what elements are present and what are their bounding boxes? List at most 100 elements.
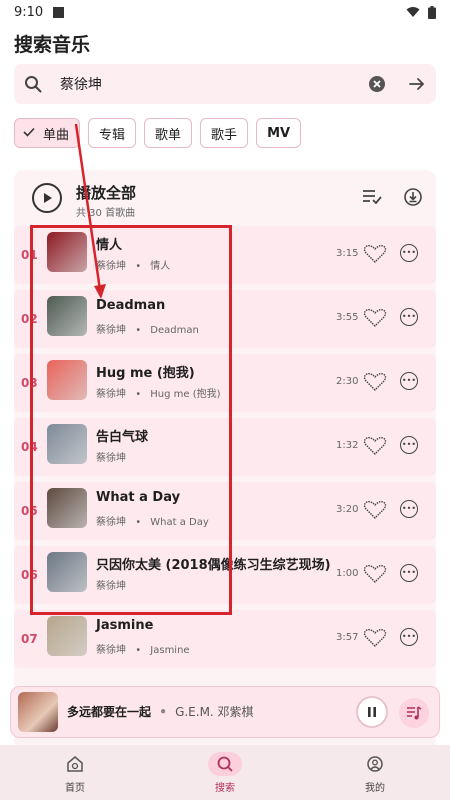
filter-chip-label: 单曲 xyxy=(43,127,70,143)
separator: • xyxy=(135,645,142,656)
song-duration: 3:57 xyxy=(336,632,359,643)
filter-chip-playlists[interactable]: 歌单 xyxy=(144,118,193,148)
song-index: 07 xyxy=(21,632,38,646)
search-input[interactable]: 蔡徐坤 xyxy=(60,74,368,94)
like-heart-icon[interactable] xyxy=(362,563,388,589)
download-icon[interactable] xyxy=(404,188,422,210)
filter-chip-label: MV xyxy=(267,125,291,141)
nav-home[interactable]: 首页 xyxy=(0,745,150,800)
song-album: Jasmine xyxy=(150,645,190,656)
filter-chip-songs[interactable]: 单曲 xyxy=(14,118,81,148)
song-row[interactable]: 02 Deadman 蔡徐坤 • Deadman 3:55 ••• xyxy=(14,290,436,348)
song-row[interactable]: 05 What a Day 蔡徐坤 • What a Day 3:20 ••• xyxy=(14,482,436,540)
more-options-icon[interactable]: ••• xyxy=(400,372,418,390)
multi-select-icon[interactable] xyxy=(362,188,382,210)
play-all-label[interactable]: 播放全部 xyxy=(76,182,136,203)
song-row[interactable]: 03 Hug me (抱我) 蔡徐坤 • Hug me (抱我) 2:30 ••… xyxy=(14,354,436,412)
song-duration: 1:32 xyxy=(336,440,359,451)
song-meta: 蔡徐坤 • Hug me (抱我) xyxy=(96,385,221,400)
song-meta: 蔡徐坤 • Deadman xyxy=(96,321,199,336)
song-album: What a Day xyxy=(150,517,209,528)
submit-arrow-icon[interactable] xyxy=(408,76,426,92)
song-cover xyxy=(47,296,87,336)
search-icon xyxy=(217,756,233,772)
song-row[interactable]: 04 告白气球 蔡徐坤 1:32 ••• xyxy=(14,418,436,476)
song-title: What a Day xyxy=(96,490,181,505)
filter-chip-artists[interactable]: 歌手 xyxy=(200,118,249,148)
play-all-button[interactable] xyxy=(32,183,62,213)
song-artist: 蔡徐坤 xyxy=(96,517,126,528)
like-heart-icon[interactable] xyxy=(362,627,388,653)
play-queue-button[interactable] xyxy=(399,698,429,728)
nav-label: 搜索 xyxy=(215,782,235,794)
clear-icon[interactable] xyxy=(368,75,386,93)
like-heart-icon[interactable] xyxy=(362,243,388,269)
more-options-icon[interactable]: ••• xyxy=(400,436,418,454)
separator: • xyxy=(135,261,142,272)
song-title: 只因你太美 (2018偶像练习生综艺现场) xyxy=(96,558,331,573)
song-artist: 蔡徐坤 xyxy=(96,389,126,400)
song-duration: 2:30 xyxy=(336,376,359,387)
song-index: 02 xyxy=(21,312,38,326)
song-meta: 蔡徐坤 • What a Day xyxy=(96,513,209,528)
song-meta: 蔡徐坤 • Jasmine xyxy=(96,641,190,656)
song-index: 05 xyxy=(21,504,38,518)
song-cover xyxy=(47,552,87,592)
song-index: 03 xyxy=(21,376,38,390)
filter-chip-mv[interactable]: MV xyxy=(256,118,302,148)
song-title: Deadman xyxy=(96,298,166,313)
status-bar: 9:10 xyxy=(0,0,450,24)
play-icon xyxy=(44,193,52,203)
song-row[interactable]: 07 Jasmine 蔡徐坤 • Jasmine 3:57 ••• xyxy=(14,610,436,668)
song-meta: 蔡徐坤 xyxy=(96,449,126,464)
pause-button[interactable] xyxy=(356,696,388,728)
song-album: Deadman xyxy=(150,325,199,336)
like-heart-icon[interactable] xyxy=(362,371,388,397)
song-album: 情人 xyxy=(150,261,171,272)
song-title: 告白气球 xyxy=(96,430,149,445)
filter-chip-label: 歌单 xyxy=(155,127,182,143)
song-duration: 1:00 xyxy=(336,568,359,579)
nav-label: 首页 xyxy=(65,782,85,794)
separator: • xyxy=(135,517,142,528)
separator: • xyxy=(135,389,142,400)
more-options-icon[interactable]: ••• xyxy=(400,244,418,262)
song-index: 04 xyxy=(21,440,38,454)
wifi-icon xyxy=(406,7,420,17)
more-options-icon[interactable]: ••• xyxy=(400,500,418,518)
song-meta: 蔡徐坤 • 情人 xyxy=(96,257,170,272)
song-meta: 蔡徐坤 xyxy=(96,577,126,592)
mini-player[interactable]: 多远都要在一起 • G.E.M. 邓紫棋 xyxy=(10,686,440,738)
search-bar[interactable]: 蔡徐坤 xyxy=(14,64,436,104)
filter-chip-albums[interactable]: 专辑 xyxy=(88,118,137,148)
song-title: 情人 xyxy=(96,238,123,253)
home-icon xyxy=(67,755,83,772)
song-artist: 蔡徐坤 xyxy=(96,325,126,336)
song-duration: 3:55 xyxy=(336,312,359,323)
search-type-filters: 单曲 专辑 歌单 歌手 MV xyxy=(14,118,302,148)
more-options-icon[interactable]: ••• xyxy=(400,564,418,582)
like-heart-icon[interactable] xyxy=(362,435,388,461)
like-heart-icon[interactable] xyxy=(362,307,388,333)
search-icon xyxy=(24,75,42,93)
song-row[interactable]: 01 情人 蔡徐坤 • 情人 3:15 ••• xyxy=(14,226,436,284)
filter-chip-label: 歌手 xyxy=(211,127,238,143)
check-icon xyxy=(23,126,35,141)
nav-search[interactable]: 搜索 xyxy=(150,745,300,800)
list-header: 播放全部 共 30 首歌曲 xyxy=(14,170,436,226)
song-count: 共 30 首歌曲 xyxy=(76,208,136,219)
more-options-icon[interactable]: ••• xyxy=(400,628,418,646)
pause-icon xyxy=(368,707,376,717)
song-cover xyxy=(47,488,87,528)
now-playing-info: 多远都要在一起 • G.E.M. 邓紫棋 xyxy=(67,703,254,720)
more-options-icon[interactable]: ••• xyxy=(400,308,418,326)
filter-chip-label: 专辑 xyxy=(99,127,126,143)
song-artist: 蔡徐坤 xyxy=(96,645,126,656)
song-index: 01 xyxy=(21,248,38,262)
song-artist: 蔡徐坤 xyxy=(96,261,126,272)
song-artist: 蔡徐坤 xyxy=(96,453,126,464)
like-heart-icon[interactable] xyxy=(362,499,388,525)
song-row[interactable]: 06 只因你太美 (2018偶像练习生综艺现场) 蔡徐坤 1:00 ••• xyxy=(14,546,436,604)
song-title: Hug me (抱我) xyxy=(96,366,195,381)
nav-profile[interactable]: 我的 xyxy=(300,745,450,800)
